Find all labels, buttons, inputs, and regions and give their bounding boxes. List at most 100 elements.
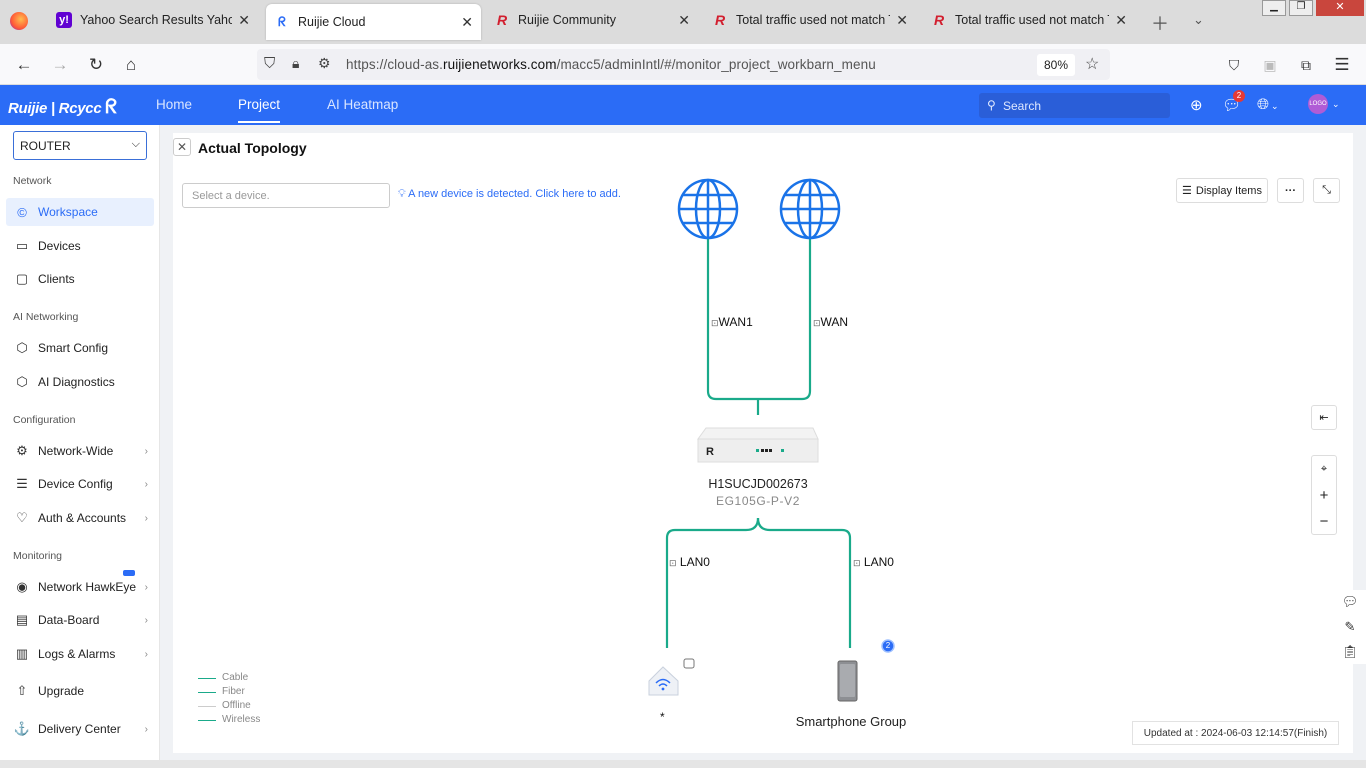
reload-icon[interactable]: ↻ [84,53,108,77]
wan-port-label: ⊡WAN [813,315,849,329]
sidebar: ROUTER ⌵ Network © Workspace ▭ Devices ▢ Cl… [0,125,160,768]
feedback-icon[interactable]: ✎ [1345,619,1356,635]
chevron-right-icon: › [144,581,148,593]
avatar[interactable]: LOGO ⌄ [1308,94,1340,114]
shield-icon[interactable]: ⛉ [264,55,275,72]
browser-tab-bar: y! Yahoo Search Results Yahoo - ✕ ᖇ Ruij… [0,0,1366,44]
lan-port-label: ⊡ LAN0 [853,555,894,569]
sidebar-item-upgrade[interactable]: ⇧ Upgrade [6,677,154,705]
clients-icon: ▢ [15,271,29,286]
sidebar-item-network-hawkeye[interactable]: ◉ Network HawkEye › [6,570,154,601]
minimize-window-icon[interactable]: ▁ [1262,0,1286,16]
close-tab-icon[interactable]: ✕ [678,12,690,29]
section-monitoring: Monitoring [13,550,63,562]
ruijie-logo[interactable]: Ruijie | Rcycc ᖇ [8,96,117,119]
lan-link-right [756,517,852,648]
delivery-icon: ⚓ [13,721,31,736]
browser-nav-bar: ← → ↻ ⌂ ⛉ 🔒︎ ⚙ https://cloud-as.ruijiene… [0,44,1366,85]
port-icon: ⊡ [711,318,719,328]
permissions-icon[interactable]: ⚙ [318,55,331,72]
app-header: Ruijie | Rcycc ᖇ Home Project AI Heatmap… [0,85,1366,125]
chevron-right-icon: › [144,648,148,660]
bookmark-star-icon[interactable]: ☆ [1085,54,1099,74]
gear-icon: ⚙ [16,443,28,458]
internet-globe-icon[interactable] [779,178,841,240]
wireless-ap-icon[interactable] [648,658,695,696]
device-type-select[interactable]: ROUTER ⌵ [13,131,147,160]
close-tab-icon[interactable]: ✕ [461,14,473,31]
extension-icon[interactable]: ▣ [1258,53,1282,77]
smartphone-group-label[interactable]: Smartphone Group [783,714,919,729]
topology-panel: ✕ Actual Topology Select a device. 💡︎ A … [173,133,1353,753]
tab-traffic-1[interactable]: R Total traffic used not match To ✕ [704,0,916,40]
home-icon[interactable]: ⌂ [119,53,143,77]
close-tab-icon[interactable]: ✕ [1115,12,1127,29]
topology-legend: Cable Fiber Offline Wireless [198,671,260,727]
lan-port-label: ⊡ LAN0 [669,555,710,569]
language-globe-icon[interactable]: 🌐︎ ⌄ [1257,96,1279,113]
tab-traffic-2[interactable]: R Total traffic used not match To ✕ [923,0,1135,40]
shield-icon: ♡ [16,510,28,525]
close-tab-icon[interactable]: ✕ [238,12,250,29]
sidebar-item-data-board[interactable]: ▤ Data-Board › [6,606,154,634]
close-tab-icon[interactable]: ✕ [896,12,908,29]
ruijie-cloud-icon: ᖇ [278,14,286,29]
internet-globe-icon[interactable] [677,178,739,240]
maximize-window-icon[interactable]: ❐ [1289,0,1313,16]
devices-icon: ▭ [15,238,29,253]
zoom-level[interactable]: 80% [1037,54,1075,76]
sidebar-item-clients[interactable]: ▢ Clients [6,265,154,293]
sidebar-item-device-config[interactable]: ☰ Device Config › [6,470,154,498]
sidebar-item-network-wide[interactable]: ⚙ Network-Wide › [6,437,154,465]
ruijie-r-icon: R [714,12,726,28]
router-serial[interactable]: H1SUCJD002673 [683,477,833,491]
search-icon: ⚲ [987,98,996,112]
close-window-icon[interactable]: ✕ [1316,0,1364,16]
legend-offline: Offline [198,699,260,713]
sidebar-item-devices[interactable]: ▭ Devices [6,232,154,260]
port-icon: ⊡ [813,318,821,328]
message-icon[interactable]: 💬︎ 2 [1222,90,1245,114]
hamburger-menu-icon[interactable]: ☰ [1330,53,1354,77]
tab-ruijie-cloud[interactable]: ᖇ Ruijie Cloud ✕ [266,4,481,40]
chevron-right-icon: › [144,512,148,524]
logs-icon: ▥ [15,646,29,661]
sidebar-item-smart-config[interactable]: ⬡ Smart Config [6,334,154,362]
address-bar[interactable]: ⛉ 🔒︎ ⚙ https://cloud-as.ruijienetworks.c… [257,49,1110,80]
smartphone-icon[interactable] [837,660,858,702]
dashboard-icon: ▤ [15,612,29,627]
ruijie-r-icon: R [496,12,508,28]
section-configuration: Configuration [13,414,76,426]
sidebar-item-auth-accounts[interactable]: ♡ Auth & Accounts › [6,504,154,532]
notification-badge: 2 [1233,90,1245,102]
tab-yahoo[interactable]: y! Yahoo Search Results Yahoo - ✕ [48,0,258,40]
tab-ruijie-community[interactable]: R Ruijie Community ✕ [486,0,698,40]
firefox-icon[interactable] [10,12,28,30]
menu-project[interactable]: Project [238,97,281,123]
topology-canvas: R [648,178,895,702]
new-tab-icon[interactable]: ＋ [1151,10,1169,36]
updated-status: Updated at : 2024-06-03 12:14:57(Finish) [1132,721,1339,745]
list-tabs-icon[interactable]: ⌄ [1193,12,1204,28]
lock-icon[interactable]: 🔒︎ [292,55,299,72]
forward-icon[interactable]: → [48,53,72,77]
port-icon: ⊡ [853,558,861,568]
menu-home[interactable]: Home [156,97,192,112]
router-icon[interactable]: R [697,427,819,463]
chat-icon[interactable]: 💬︎ [1342,594,1359,610]
menu-ai-heatmap[interactable]: AI Heatmap [327,97,398,112]
add-circle-icon[interactable]: ⊕ [1190,96,1203,114]
extensions-puzzle-icon[interactable]: ⧉ [1294,53,1318,77]
clipboard-icon[interactable]: 📋︎ [1342,644,1359,660]
bottom-strip [0,760,1366,768]
sidebar-item-ai-diagnostics[interactable]: ⬡ AI Diagnostics [6,368,154,396]
chevron-right-icon: › [144,478,148,490]
back-icon[interactable]: ← [12,53,36,77]
sidebar-item-delivery-center[interactable]: ⚓ Delivery Center › [6,715,154,743]
sidebar-item-logs-alarms[interactable]: ▥ Logs & Alarms › [6,640,154,668]
url-text[interactable]: https://cloud-as.ruijienetworks.com/macc… [346,57,876,72]
sidebar-item-workspace[interactable]: © Workspace [6,198,154,226]
search-input[interactable]: ⚲ Search [979,93,1170,118]
pocket-icon[interactable]: ⛉ [1222,53,1246,77]
chevron-right-icon: › [144,723,148,735]
